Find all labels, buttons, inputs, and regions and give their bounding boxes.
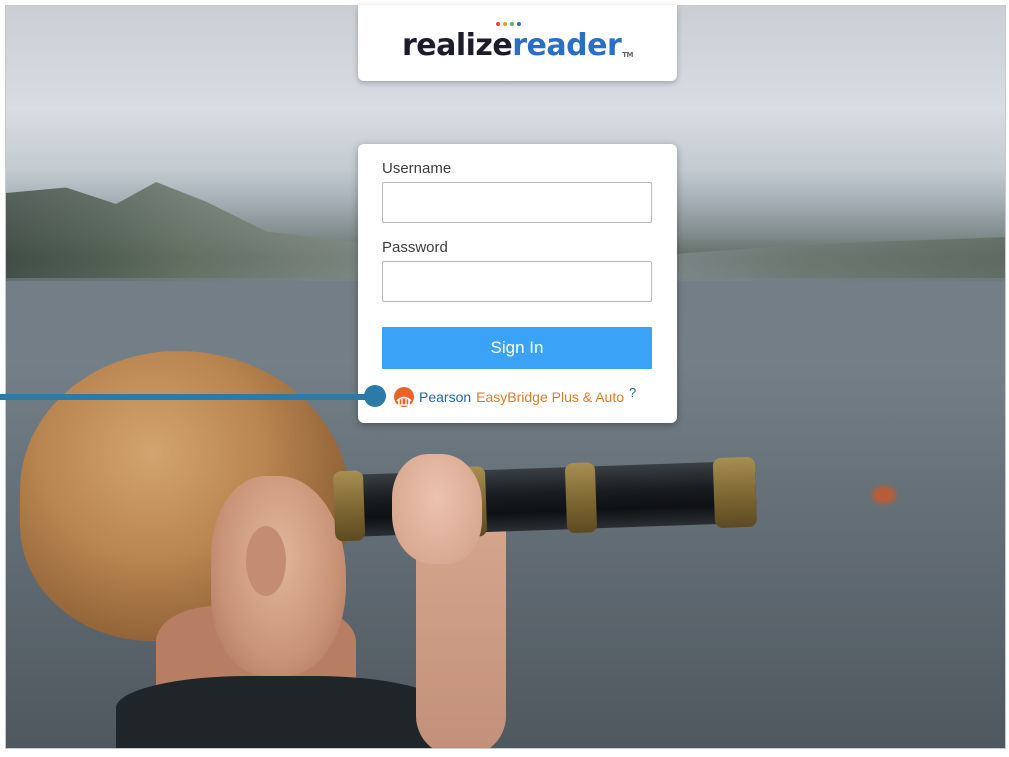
sign-in-card: Username Password Sign In Pearson EasyBr…: [358, 144, 677, 423]
easybridge-link[interactable]: Pearson EasyBridge Plus & Auto ?: [394, 385, 636, 407]
telescope-ring: [712, 456, 758, 529]
boy-shirt: [116, 676, 446, 748]
background-buoy: [872, 486, 896, 504]
logo-dot: [502, 21, 507, 26]
callout-pointer-line: [0, 394, 370, 400]
telescope-ring: [564, 462, 598, 534]
easybridge-name[interactable]: EasyBridge Plus & Auto: [476, 389, 624, 405]
easybridge-bridge-icon: [394, 387, 414, 407]
logo-reader: reader: [512, 27, 622, 63]
logo-dot: [516, 21, 521, 26]
header-logo-card: realizereaderTM: [358, 5, 677, 81]
password-field[interactable]: [382, 261, 652, 302]
username-field[interactable]: [382, 182, 652, 223]
sign-in-button[interactable]: Sign In: [382, 327, 652, 369]
realize-reader-logo: realizereaderTM: [401, 21, 634, 63]
telescope-ring: [332, 470, 366, 542]
boy-ear: [246, 526, 286, 596]
logo-trademark: TM: [622, 50, 634, 59]
logo-dot: [509, 21, 514, 26]
logo-dots: [495, 21, 521, 26]
boy-hand: [392, 454, 482, 564]
logo-realize: realize: [401, 27, 513, 63]
pearson-label[interactable]: Pearson: [419, 389, 471, 405]
username-label: Username: [382, 160, 452, 177]
password-label: Password: [382, 239, 448, 256]
logo-dot: [495, 21, 500, 26]
callout-pointer-dot: [364, 385, 386, 407]
easybridge-help-icon[interactable]: ?: [629, 385, 636, 400]
